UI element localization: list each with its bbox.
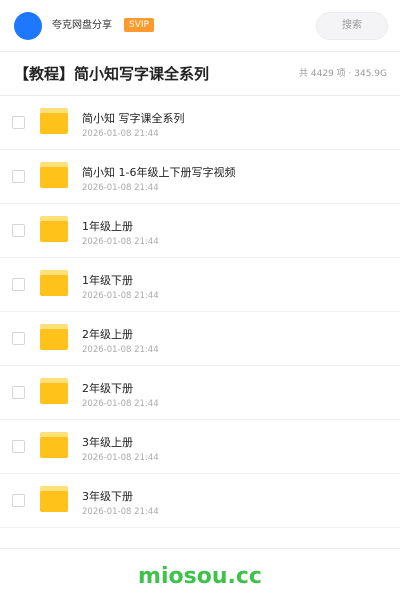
select-checkbox[interactable]	[12, 494, 25, 507]
select-checkbox[interactable]	[12, 278, 25, 291]
list-item[interactable]: 3年级下册 2026-01-08 21:44	[0, 474, 400, 528]
top-header: 夸克网盘分享 SVIP 搜索	[0, 0, 400, 52]
folder-icon	[40, 486, 68, 512]
item-name[interactable]: 1年级下册	[82, 274, 133, 288]
select-checkbox[interactable]	[12, 386, 25, 399]
file-list: 简小知 写字课全系列 2026-01-08 21:44 简小知 1-6年级上下册…	[0, 96, 400, 528]
list-item[interactable]: 1年级下册 2026-01-08 21:44	[0, 258, 400, 312]
page-title: 【教程】简小知写字课全系列	[14, 65, 210, 83]
item-date: 2026-01-08 21:44	[82, 291, 159, 301]
select-checkbox[interactable]	[12, 116, 25, 129]
folder-icon	[40, 378, 68, 404]
item-name[interactable]: 简小知 写字课全系列	[82, 112, 185, 126]
folder-icon	[40, 270, 68, 296]
folder-icon	[40, 216, 68, 242]
item-date: 2026-01-08 21:44	[82, 507, 159, 517]
list-item[interactable]: 简小知 写字课全系列 2026-01-08 21:44	[0, 96, 400, 150]
item-name[interactable]: 简小知 1-6年级上下册写字视频	[82, 166, 235, 180]
folder-icon	[40, 108, 68, 134]
select-checkbox[interactable]	[12, 170, 25, 183]
item-date: 2026-01-08 21:44	[82, 399, 159, 409]
folder-icon	[40, 324, 68, 350]
select-checkbox[interactable]	[12, 332, 25, 345]
svip-badge: SVIP	[124, 18, 154, 32]
select-checkbox[interactable]	[12, 440, 25, 453]
item-name[interactable]: 2年级下册	[82, 382, 133, 396]
folder-icon	[40, 162, 68, 188]
avatar[interactable]	[14, 12, 42, 40]
item-name[interactable]: 3年级上册	[82, 436, 133, 450]
item-name[interactable]: 1年级上册	[82, 220, 133, 234]
watermark: miosou.cc	[138, 564, 262, 589]
search-button[interactable]: 搜索	[316, 12, 388, 40]
item-name[interactable]: 2年级上册	[82, 328, 133, 342]
item-name[interactable]: 3年级下册	[82, 490, 133, 504]
folder-title-row: 【教程】简小知写字课全系列 共 4429 项 · 345.9G	[0, 52, 400, 96]
select-checkbox[interactable]	[12, 224, 25, 237]
folder-stats: 共 4429 项 · 345.9G	[299, 69, 387, 79]
footer: miosou.cc	[0, 548, 400, 600]
item-date: 2026-01-08 21:44	[82, 129, 159, 139]
item-date: 2026-01-08 21:44	[82, 345, 159, 355]
list-item[interactable]: 简小知 1-6年级上下册写字视频 2026-01-08 21:44	[0, 150, 400, 204]
site-name: 夸克网盘分享	[52, 20, 112, 31]
folder-icon	[40, 432, 68, 458]
item-date: 2026-01-08 21:44	[82, 183, 159, 193]
item-date: 2026-01-08 21:44	[82, 237, 159, 247]
list-item[interactable]: 3年级上册 2026-01-08 21:44	[0, 420, 400, 474]
list-item[interactable]: 2年级下册 2026-01-08 21:44	[0, 366, 400, 420]
list-item[interactable]: 2年级上册 2026-01-08 21:44	[0, 312, 400, 366]
item-date: 2026-01-08 21:44	[82, 453, 159, 463]
list-item[interactable]: 1年级上册 2026-01-08 21:44	[0, 204, 400, 258]
